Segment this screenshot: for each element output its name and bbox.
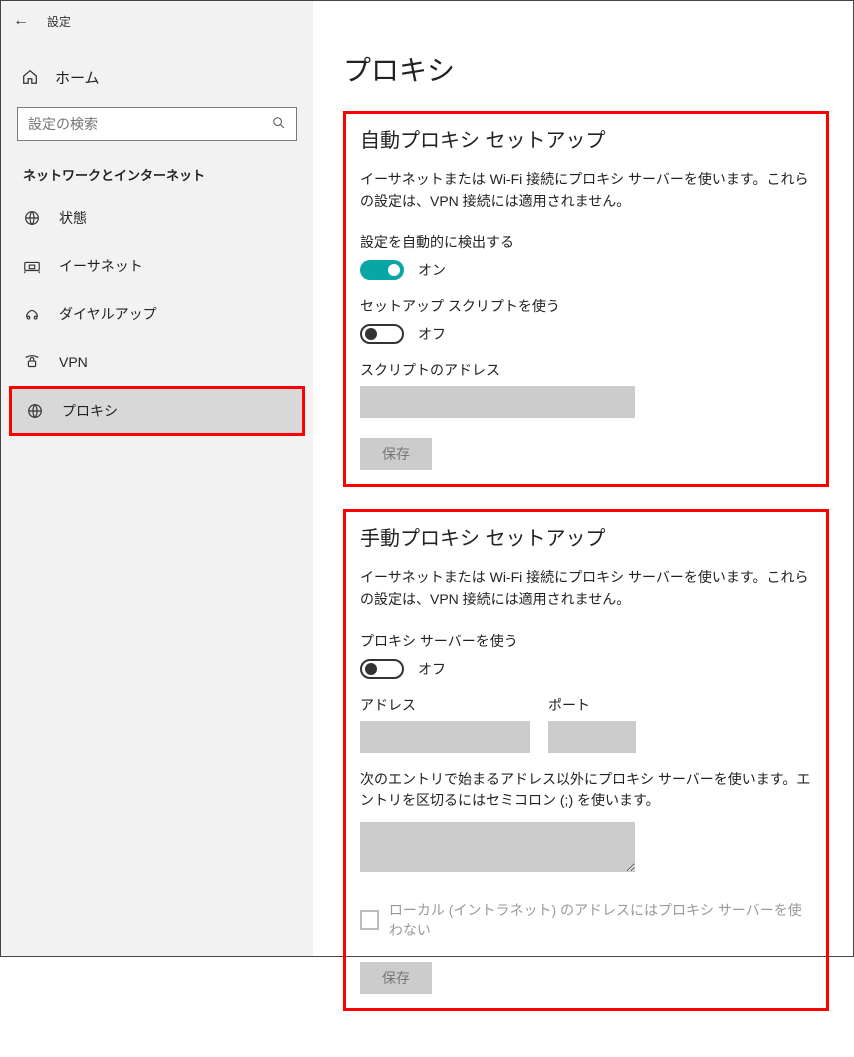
home-label: ホーム <box>55 67 100 88</box>
script-label: セットアップ スクリプトを使う <box>360 296 812 316</box>
sidebar-item-status[interactable]: 状態 <box>1 194 313 242</box>
toggle-setup-script[interactable] <box>360 324 404 344</box>
nav-label: プロキシ <box>62 401 118 421</box>
search-icon <box>272 116 286 133</box>
use-proxy-state: オフ <box>418 659 446 679</box>
nav-label: 状態 <box>59 208 87 228</box>
exceptions-input[interactable] <box>360 822 635 872</box>
window-title: 設定 <box>47 13 71 30</box>
proxy-icon <box>26 402 44 420</box>
address-label: アドレス <box>360 695 530 715</box>
manual-desc: イーサネットまたは Wi-Fi 接続にプロキシ サーバーを使います。これらの設定… <box>360 567 812 610</box>
local-bypass-checkbox[interactable] <box>360 910 379 930</box>
toggle-use-proxy[interactable] <box>360 659 404 679</box>
exceptions-label: 次のエントリで始まるアドレス以外にプロキシ サーバーを使います。エントリを区切る… <box>360 769 812 812</box>
nav-label: VPN <box>59 354 88 370</box>
local-bypass-label: ローカル (イントラネット) のアドレスにはプロキシ サーバーを使わない <box>389 900 812 940</box>
manual-title: 手動プロキシ セットアップ <box>360 522 812 551</box>
manual-save-button[interactable]: 保存 <box>360 962 432 994</box>
section-manual-proxy: 手動プロキシ セットアップ イーサネットまたは Wi-Fi 接続にプロキシ サー… <box>343 509 829 1011</box>
main-content: プロキシ 自動プロキシ セットアップ イーサネットまたは Wi-Fi 接続にプロ… <box>313 1 853 956</box>
sidebar-category: ネットワークとインターネット <box>1 155 313 194</box>
script-address-input[interactable] <box>360 386 635 418</box>
detect-label: 設定を自動的に検出する <box>360 232 812 252</box>
sidebar-item-ethernet[interactable]: イーサネット <box>1 242 313 290</box>
auto-desc: イーサネットまたは Wi-Fi 接続にプロキシ サーバーを使います。これらの設定… <box>360 169 812 212</box>
port-label: ポート <box>548 695 636 715</box>
auto-save-button[interactable]: 保存 <box>360 438 432 470</box>
dialup-icon <box>23 305 41 323</box>
detect-state: オン <box>418 260 446 280</box>
nav-label: ダイヤルアップ <box>59 304 157 324</box>
search-input[interactable] <box>17 107 297 141</box>
nav-label: イーサネット <box>59 256 143 276</box>
sidebar-item-dialup[interactable]: ダイヤルアップ <box>1 290 313 338</box>
port-input[interactable] <box>548 721 636 753</box>
status-icon <box>23 209 41 227</box>
back-icon[interactable]: ← <box>13 12 29 30</box>
highlight-proxy: プロキシ <box>9 386 305 436</box>
topbar: ← 設定 <box>1 1 313 41</box>
address-input[interactable] <box>360 721 530 753</box>
use-proxy-label: プロキシ サーバーを使う <box>360 631 812 651</box>
page-title: プロキシ <box>343 49 829 89</box>
sidebar: ← 設定 ホーム ネットワークとインターネット 状態 イーサネット ダイヤルアッ… <box>1 1 313 956</box>
script-state: オフ <box>418 324 446 344</box>
sidebar-item-home[interactable]: ホーム <box>1 55 313 99</box>
home-icon <box>21 68 39 86</box>
auto-title: 自動プロキシ セットアップ <box>360 124 812 153</box>
search-field[interactable] <box>28 116 272 132</box>
sidebar-item-proxy[interactable]: プロキシ <box>12 389 302 433</box>
section-auto-proxy: 自動プロキシ セットアップ イーサネットまたは Wi-Fi 接続にプロキシ サー… <box>343 111 829 487</box>
sidebar-item-vpn[interactable]: VPN <box>1 338 313 386</box>
ethernet-icon <box>23 257 41 275</box>
vpn-icon <box>23 353 41 371</box>
script-addr-label: スクリプトのアドレス <box>360 360 812 380</box>
toggle-auto-detect[interactable] <box>360 260 404 280</box>
